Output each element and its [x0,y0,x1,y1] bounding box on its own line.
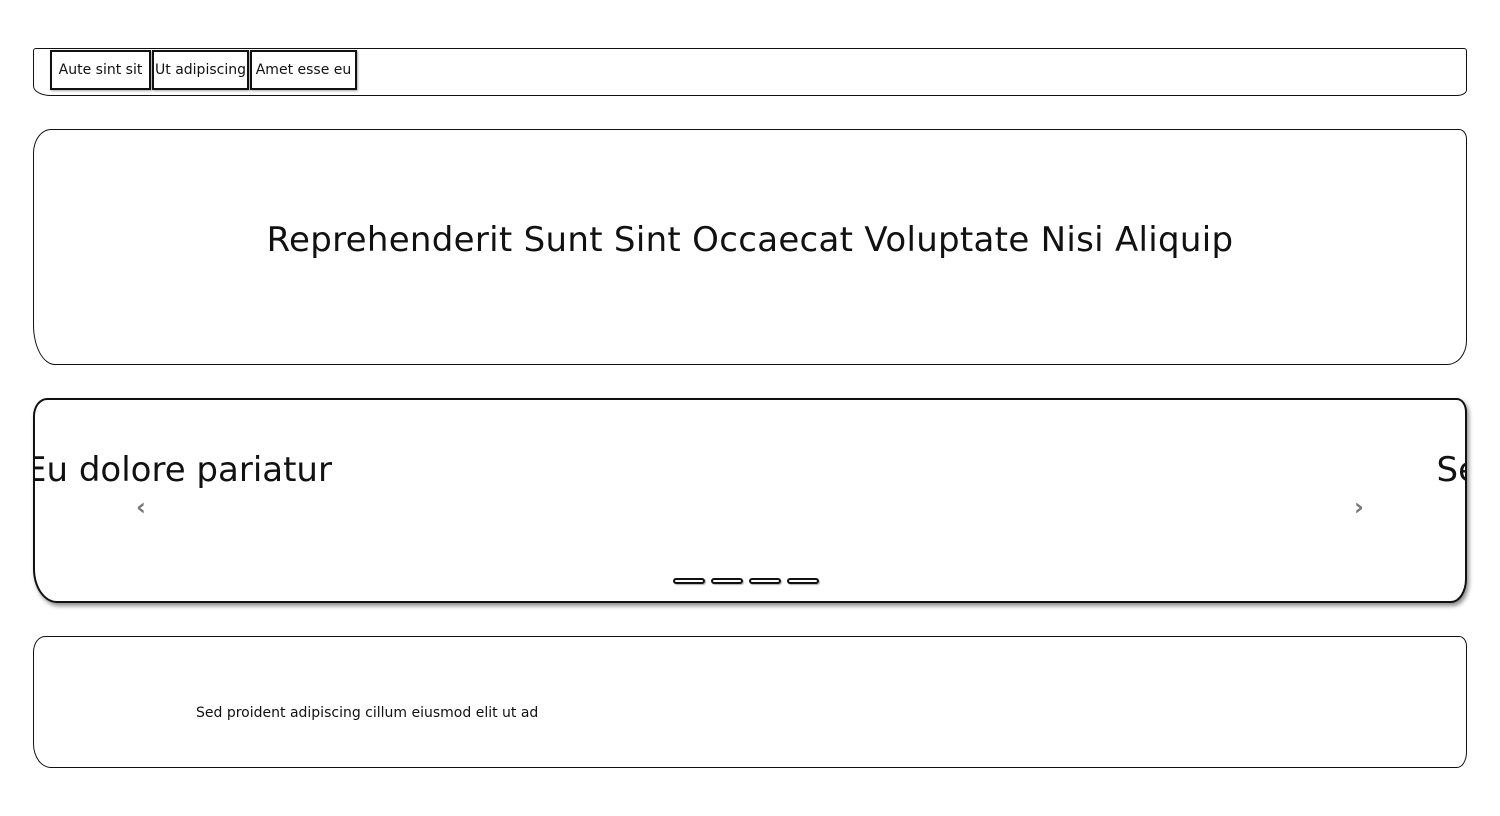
nav-tab-ut-adipiscing[interactable]: Ut adipiscing [152,50,249,90]
carousel: Eu dolore pariatur Se ‹ › [33,398,1467,603]
nav-tab-aute-sint-sit[interactable]: Aute sint sit [50,50,151,90]
nav-tabs: Aute sint sit Ut adipiscing Amet esse eu [50,50,357,94]
carousel-slide-text-previous: Eu dolore pariatur [33,450,332,490]
content-text: Sed proident adipiscing cillum eiusmod e… [196,705,539,721]
nav-tab-label: Ut adipiscing [155,62,246,78]
carousel-indicator-1[interactable] [673,578,705,584]
chevron-right-icon[interactable]: › [1349,493,1369,521]
hero-title: Reprehenderit Sunt Sint Occaecat Volupta… [266,220,1234,260]
carousel-indicator-2[interactable] [711,578,743,584]
content-panel: Sed proident adipiscing cillum eiusmod e… [33,636,1467,768]
nav-tab-label: Amet esse eu [255,62,352,78]
carousel-indicator-4[interactable] [787,578,819,584]
top-nav-bar: Aute sint sit Ut adipiscing Amet esse eu [33,48,1467,96]
hero-panel: Reprehenderit Sunt Sint Occaecat Volupta… [33,129,1467,365]
nav-tab-label: Aute sint sit [58,62,143,78]
carousel-slide-text-next: Se [1436,450,1466,490]
nav-tab-amet-esse-eu[interactable]: Amet esse eu [250,50,357,90]
carousel-indicator-3[interactable] [749,578,781,584]
carousel-indicators [673,578,825,584]
chevron-left-icon[interactable]: ‹ [131,493,151,521]
